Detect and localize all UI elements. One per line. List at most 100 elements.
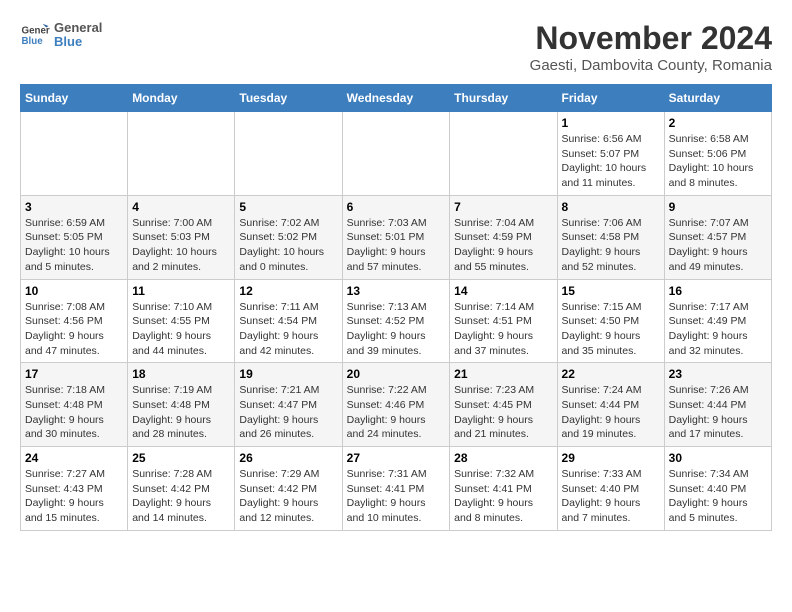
day-info: Sunrise: 7:24 AM Sunset: 4:44 PM Dayligh… [562, 383, 660, 442]
logo: General Blue General Blue [20, 20, 102, 50]
logo-icon: General Blue [20, 20, 50, 50]
header-thursday: Thursday [450, 85, 557, 112]
day-info: Sunrise: 7:26 AM Sunset: 4:44 PM Dayligh… [669, 383, 767, 442]
calendar-cell: 8 Sunrise: 7:06 AM Sunset: 4:58 PM Daylig… [557, 195, 664, 279]
calendar-cell: 6 Sunrise: 7:03 AM Sunset: 5:01 PM Daylig… [342, 195, 450, 279]
calendar-cell: 12Sunrise: 7:11 AM Sunset: 4:54 PM Dayli… [235, 279, 342, 363]
day-info: Sunrise: 7:22 AM Sunset: 4:46 PM Dayligh… [347, 383, 446, 442]
day-info: Sunrise: 7:32 AM Sunset: 4:41 PM Dayligh… [454, 467, 552, 526]
day-info: Sunrise: 7:02 AM Sunset: 5:02 PM Dayligh… [239, 216, 337, 275]
day-number: 4 [132, 200, 230, 214]
day-info: Sunrise: 7:03 AM Sunset: 5:01 PM Dayligh… [347, 216, 446, 275]
logo-name2: Blue [54, 35, 102, 49]
day-info: Sunrise: 7:06 AM Sunset: 4:58 PM Dayligh… [562, 216, 660, 275]
day-info: Sunrise: 7:13 AM Sunset: 4:52 PM Dayligh… [347, 300, 446, 359]
day-number: 22 [562, 367, 660, 381]
day-number: 1 [562, 116, 660, 130]
calendar-cell: 29 Sunrise: 7:33 AM Sunset: 4:40 PM Dayli… [557, 447, 664, 531]
calendar-cell [235, 112, 342, 196]
day-info: Sunrise: 7:21 AM Sunset: 4:47 PM Dayligh… [239, 383, 337, 442]
header-friday: Friday [557, 85, 664, 112]
day-info: Sunrise: 7:04 AM Sunset: 4:59 PM Dayligh… [454, 216, 552, 275]
day-info: Sunrise: 7:11 AM Sunset: 4:54 PM Dayligh… [239, 300, 337, 359]
day-number: 26 [239, 451, 337, 465]
calendar-cell: 4 Sunrise: 7:00 AM Sunset: 5:03 PM Daylig… [128, 195, 235, 279]
page-title: November 2024 [530, 20, 772, 57]
header-monday: Monday [128, 85, 235, 112]
day-number: 27 [347, 451, 446, 465]
svg-text:General: General [22, 26, 51, 37]
calendar-body: 1 Sunrise: 6:56 AM Sunset: 5:07 PM Daylig… [21, 112, 772, 531]
day-number: 21 [454, 367, 552, 381]
day-info: Sunrise: 6:56 AM Sunset: 5:07 PM Dayligh… [562, 132, 660, 191]
title-area: November 2024 Gaesti, Dambovita County, … [530, 20, 772, 74]
day-number: 10 [25, 284, 123, 298]
calendar-table: SundayMondayTuesdayWednesdayThursdayFrid… [20, 84, 772, 531]
day-info: Sunrise: 7:23 AM Sunset: 4:45 PM Dayligh… [454, 383, 552, 442]
header-tuesday: Tuesday [235, 85, 342, 112]
calendar-cell: 11Sunrise: 7:10 AM Sunset: 4:55 PM Dayli… [128, 279, 235, 363]
day-info: Sunrise: 7:31 AM Sunset: 4:41 PM Dayligh… [347, 467, 446, 526]
day-number: 24 [25, 451, 123, 465]
day-info: Sunrise: 7:34 AM Sunset: 4:40 PM Dayligh… [669, 467, 767, 526]
header-saturday: Saturday [664, 85, 771, 112]
calendar-cell: 5 Sunrise: 7:02 AM Sunset: 5:02 PM Daylig… [235, 195, 342, 279]
page-header: General Blue General Blue November 2024 … [20, 20, 772, 74]
day-info: Sunrise: 6:58 AM Sunset: 5:06 PM Dayligh… [669, 132, 767, 191]
day-info: Sunrise: 7:17 AM Sunset: 4:49 PM Dayligh… [669, 300, 767, 359]
day-number: 19 [239, 367, 337, 381]
week-row-2: 10Sunrise: 7:08 AM Sunset: 4:56 PM Dayli… [21, 279, 772, 363]
logo-name1: General [54, 21, 102, 35]
day-number: 2 [669, 116, 767, 130]
calendar-cell: 26Sunrise: 7:29 AM Sunset: 4:42 PM Dayli… [235, 447, 342, 531]
calendar-cell [450, 112, 557, 196]
calendar-cell [21, 112, 128, 196]
day-number: 9 [669, 200, 767, 214]
week-row-3: 17Sunrise: 7:18 AM Sunset: 4:48 PM Dayli… [21, 363, 772, 447]
day-number: 3 [25, 200, 123, 214]
day-number: 6 [347, 200, 446, 214]
day-info: Sunrise: 7:28 AM Sunset: 4:42 PM Dayligh… [132, 467, 230, 526]
calendar-cell: 2 Sunrise: 6:58 AM Sunset: 5:06 PM Daylig… [664, 112, 771, 196]
calendar-cell: 3 Sunrise: 6:59 AM Sunset: 5:05 PM Daylig… [21, 195, 128, 279]
calendar-cell: 27 Sunrise: 7:31 AM Sunset: 4:41 PM Dayli… [342, 447, 450, 531]
calendar-cell: 13 Sunrise: 7:13 AM Sunset: 4:52 PM Dayli… [342, 279, 450, 363]
calendar-cell [128, 112, 235, 196]
day-number: 13 [347, 284, 446, 298]
calendar-cell: 17Sunrise: 7:18 AM Sunset: 4:48 PM Dayli… [21, 363, 128, 447]
header-wednesday: Wednesday [342, 85, 450, 112]
calendar-cell: 16Sunrise: 7:17 AM Sunset: 4:49 PM Dayli… [664, 279, 771, 363]
day-number: 8 [562, 200, 660, 214]
header-row: SundayMondayTuesdayWednesdayThursdayFrid… [21, 85, 772, 112]
day-info: Sunrise: 7:00 AM Sunset: 5:03 PM Dayligh… [132, 216, 230, 275]
day-info: Sunrise: 7:18 AM Sunset: 4:48 PM Dayligh… [25, 383, 123, 442]
calendar-cell: 23Sunrise: 7:26 AM Sunset: 4:44 PM Dayli… [664, 363, 771, 447]
calendar-cell: 7 Sunrise: 7:04 AM Sunset: 4:59 PM Daylig… [450, 195, 557, 279]
day-number: 20 [347, 367, 446, 381]
week-row-4: 24 Sunrise: 7:27 AM Sunset: 4:43 PM Dayli… [21, 447, 772, 531]
week-row-1: 3 Sunrise: 6:59 AM Sunset: 5:05 PM Daylig… [21, 195, 772, 279]
svg-text:Blue: Blue [22, 36, 44, 47]
day-number: 29 [562, 451, 660, 465]
calendar-cell: 9Sunrise: 7:07 AM Sunset: 4:57 PM Daylig… [664, 195, 771, 279]
page-subtitle: Gaesti, Dambovita County, Romania [530, 57, 772, 74]
calendar-cell: 20 Sunrise: 7:22 AM Sunset: 4:46 PM Dayli… [342, 363, 450, 447]
day-number: 15 [562, 284, 660, 298]
day-info: Sunrise: 6:59 AM Sunset: 5:05 PM Dayligh… [25, 216, 123, 275]
calendar-cell [342, 112, 450, 196]
day-info: Sunrise: 7:33 AM Sunset: 4:40 PM Dayligh… [562, 467, 660, 526]
calendar-cell: 28 Sunrise: 7:32 AM Sunset: 4:41 PM Dayli… [450, 447, 557, 531]
calendar-header: SundayMondayTuesdayWednesdayThursdayFrid… [21, 85, 772, 112]
day-info: Sunrise: 7:27 AM Sunset: 4:43 PM Dayligh… [25, 467, 123, 526]
calendar-cell: 14Sunrise: 7:14 AM Sunset: 4:51 PM Dayli… [450, 279, 557, 363]
day-number: 14 [454, 284, 552, 298]
day-number: 7 [454, 200, 552, 214]
day-number: 5 [239, 200, 337, 214]
calendar-cell: 19 Sunrise: 7:21 AM Sunset: 4:47 PM Dayli… [235, 363, 342, 447]
day-number: 28 [454, 451, 552, 465]
header-sunday: Sunday [21, 85, 128, 112]
calendar-cell: 25Sunrise: 7:28 AM Sunset: 4:42 PM Dayli… [128, 447, 235, 531]
day-number: 30 [669, 451, 767, 465]
day-info: Sunrise: 7:15 AM Sunset: 4:50 PM Dayligh… [562, 300, 660, 359]
calendar-cell: 30 Sunrise: 7:34 AM Sunset: 4:40 PM Dayli… [664, 447, 771, 531]
